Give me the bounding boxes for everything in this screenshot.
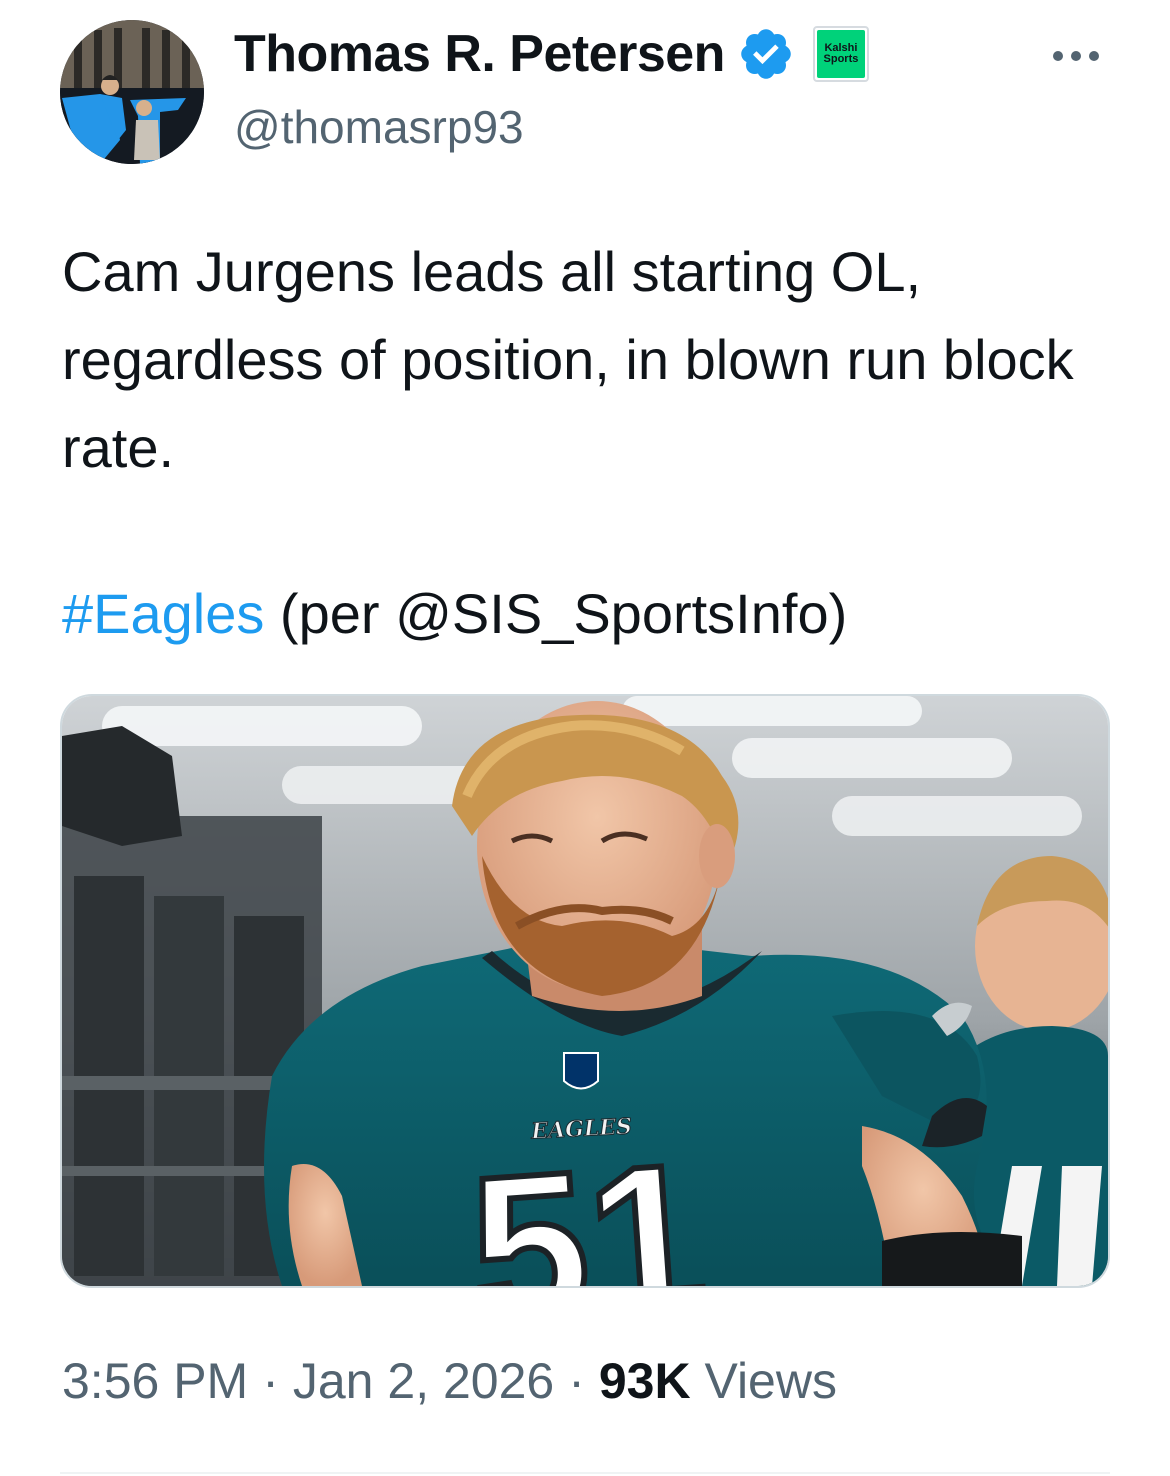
more-options-button[interactable]: [1036, 36, 1116, 76]
more-horizontal-icon: [1071, 51, 1081, 61]
tweet-source-line: #Eagles (per @SIS_SportsInfo): [62, 570, 847, 658]
hashtag-link[interactable]: #Eagles: [62, 582, 264, 645]
verified-badge-icon[interactable]: [737, 25, 795, 83]
more-horizontal-icon: [1089, 51, 1099, 61]
avatar[interactable]: [60, 20, 204, 164]
kalshi-sports-logo: Kalshi Sports: [816, 30, 865, 78]
tweet-media-image[interactable]: EAGLES 51: [60, 694, 1110, 1288]
affiliate-line2: Sports: [823, 53, 859, 65]
tweet-source-text: (per @SIS_SportsInfo): [264, 582, 848, 645]
affiliate-badge[interactable]: Kalshi Sports: [812, 26, 869, 82]
author-handle[interactable]: @thomasrp93: [234, 100, 524, 154]
tweet-body: Cam Jurgens leads all starting OL, regar…: [62, 240, 1074, 479]
author-name-row: Thomas R. Petersen Kalshi Sports: [234, 22, 869, 86]
divider: [60, 1472, 1110, 1474]
author-display-name[interactable]: Thomas R. Petersen: [234, 24, 725, 84]
tweet-date[interactable]: Jan 2, 2026: [293, 1352, 554, 1410]
more-horizontal-icon: [1053, 51, 1063, 61]
meta-separator: ·: [568, 1353, 585, 1409]
avatar-image: [60, 20, 204, 164]
tweet-time[interactable]: 3:56 PM: [62, 1352, 248, 1410]
views-count: 93K: [598, 1353, 691, 1409]
meta-separator: ·: [262, 1353, 279, 1409]
tweet: Thomas R. Petersen Kalshi Sports @thomas…: [0, 0, 1170, 1476]
jersey-graphics: EAGLES 51: [461, 1113, 716, 1286]
tweet-text: Cam Jurgens leads all starting OL, regar…: [62, 228, 1112, 492]
jersey-number: 51: [464, 1118, 713, 1286]
tweet-metadata: 3:56 PM · Jan 2, 2026 · 93K Views: [62, 1346, 837, 1416]
player-photo: EAGLES 51: [62, 696, 1108, 1286]
views-label: Views: [704, 1353, 837, 1409]
